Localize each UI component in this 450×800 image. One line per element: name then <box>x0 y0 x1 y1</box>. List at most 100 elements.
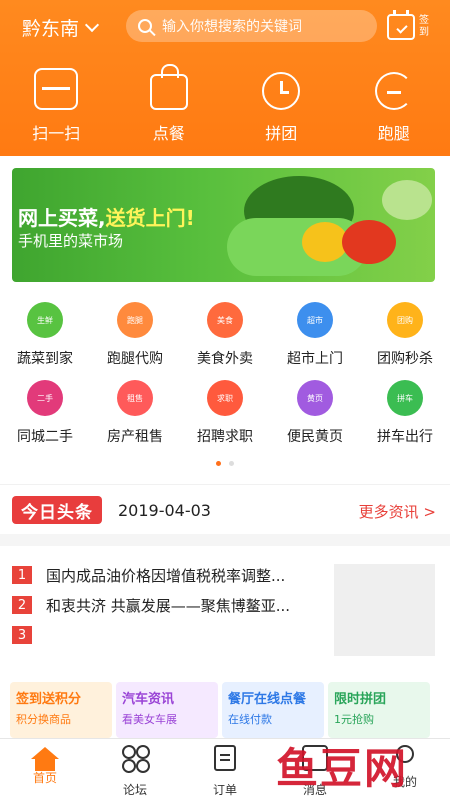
category-carpool[interactable]: 拼车 拼车出行 <box>360 376 450 454</box>
tab-home[interactable]: 首页 <box>0 739 90 800</box>
banner-cabbage <box>382 180 432 220</box>
promo-subtitle: 积分换商品 <box>16 713 71 726</box>
chevron-down-icon <box>84 17 100 32</box>
page-indicator <box>0 461 450 466</box>
category-second-hand[interactable]: 二手 同城二手 <box>0 376 90 454</box>
section-divider <box>0 534 450 546</box>
top-bar: 黔东南 输入你想搜索的关键词 签到 <box>0 0 450 52</box>
group-buy-icon: 团购 <box>387 302 423 338</box>
quick-action-errand[interactable]: 跑腿 <box>338 60 450 150</box>
category-label: 蔬菜到家 <box>17 351 73 367</box>
quick-action-label: 点餐 <box>152 124 185 143</box>
more-news-link[interactable]: 更多资讯 > <box>359 501 436 522</box>
tab-label: 订单 <box>212 783 237 797</box>
category-supermarket[interactable]: 超市 超市上门 <box>270 298 360 376</box>
quick-action-label: 拼团 <box>265 124 298 143</box>
category-label: 招聘求职 <box>197 429 253 445</box>
forum-icon <box>122 745 148 771</box>
category-label: 跑腿代购 <box>107 351 163 367</box>
category-vegetables[interactable]: 生鲜 蔬菜到家 <box>0 298 90 376</box>
category-yellow-pages[interactable]: 黄页 便民黄页 <box>270 376 360 454</box>
page-dot-active <box>216 461 221 466</box>
quick-action-label: 扫一扫 <box>32 124 81 143</box>
promo-title: 餐厅在线点餐 <box>228 692 307 707</box>
search-icon <box>138 19 152 33</box>
tab-label: 首页 <box>32 771 57 785</box>
banner-title: 网上买菜,送货上门! <box>18 202 195 231</box>
food-icon: 美食 <box>207 302 243 338</box>
alarm-clock-icon <box>262 72 301 110</box>
category-grid: 生鲜 蔬菜到家 跑腿 跑腿代购 美食 美食外卖 超市 超市上门 团购 团购秒杀 <box>0 298 450 454</box>
promo-title: 签到送积分 <box>16 692 82 707</box>
quick-action-scan[interactable]: 扫一扫 <box>0 60 113 150</box>
tab-orders[interactable]: 订单 <box>180 739 270 800</box>
news-item[interactable]: 1 国内成品油价格因增值税税率调整... <box>0 560 330 590</box>
city-selector[interactable]: 黔东南 <box>22 14 100 41</box>
order-icon <box>214 745 236 771</box>
category-row: 二手 同城二手 租售 房产租售 求职 招聘求职 黄页 便民黄页 拼车 拼车出行 <box>0 376 450 454</box>
promo-subtitle: 1元抢购 <box>334 713 374 726</box>
category-errand[interactable]: 跑腿 跑腿代购 <box>90 298 180 376</box>
promo-card-points[interactable]: 签到送积分 积分换商品 <box>10 682 112 738</box>
promo-card-group-buy[interactable]: 限时拼团 1元抢购 <box>328 682 430 738</box>
news-list: 1 国内成品油价格因增值税税率调整... 2 和衷共济 共赢发展——聚焦博鳌亚.… <box>0 560 330 650</box>
calendar-check-icon <box>387 10 415 40</box>
promo-card-restaurant[interactable]: 餐厅在线点餐 在线付款 <box>222 682 324 738</box>
tab-label: 论坛 <box>122 783 147 797</box>
phone-icon: 黄页 <box>297 380 333 416</box>
car-icon: 拼车 <box>387 380 423 416</box>
headlines-logo: 今日头条 <box>12 496 102 524</box>
promo-card-auto[interactable]: 汽车资讯 看美女车展 <box>116 682 218 738</box>
headlines-date: 2019-04-03 <box>118 501 211 520</box>
category-label: 便民黄页 <box>287 429 343 445</box>
errand-icon <box>374 72 413 110</box>
category-jobs[interactable]: 求职 招聘求职 <box>180 376 270 454</box>
banner-title-part2: 送货上门! <box>105 206 195 230</box>
category-label: 超市上门 <box>287 351 343 367</box>
scan-icon <box>34 68 79 110</box>
search-input[interactable]: 输入你想搜索的关键词 <box>126 10 377 42</box>
quick-action-order-food[interactable]: 点餐 <box>113 60 226 150</box>
house-icon: 租售 <box>117 380 153 416</box>
headlines-bar: 今日头条 2019-04-03 更多资讯 > <box>0 484 450 534</box>
signin-button[interactable]: 签到 <box>387 10 439 44</box>
news-rank: 2 <box>12 596 32 614</box>
news-title: 和衷共济 共赢发展——聚焦博鳌亚... <box>46 596 291 615</box>
banner-title-part1: 网上买菜, <box>18 206 106 230</box>
shopping-bag-icon <box>149 64 188 110</box>
promo-title: 限时拼团 <box>334 692 387 707</box>
supermarket-icon: 超市 <box>297 302 333 338</box>
category-label: 房产租售 <box>107 429 163 445</box>
errand-badge-icon: 跑腿 <box>117 302 153 338</box>
signin-label: 签到 <box>419 15 429 38</box>
quick-action-label: 跑腿 <box>377 124 410 143</box>
banner-subtitle: 手机里的菜市场 <box>18 232 124 250</box>
city-name: 黔东南 <box>22 18 80 40</box>
watermark-logo: 鱼豆网 <box>276 744 409 793</box>
category-food-delivery[interactable]: 美食 美食外卖 <box>180 298 270 376</box>
quick-actions: 扫一扫 点餐 拼团 跑腿 <box>0 60 450 150</box>
header: 黔东南 输入你想搜索的关键词 签到 扫一扫 点餐 拼团 跑腿 <box>0 0 450 156</box>
category-label: 同城二手 <box>17 429 73 445</box>
news-thumbnail[interactable] <box>334 564 435 656</box>
page-dot <box>229 461 234 466</box>
home-icon <box>31 747 59 771</box>
category-real-estate[interactable]: 租售 房产租售 <box>90 376 180 454</box>
category-group-deals[interactable]: 团购 团购秒杀 <box>360 298 450 376</box>
news-item[interactable]: 2 和衷共济 共赢发展——聚焦博鳌亚... <box>0 590 330 620</box>
news-title: 国内成品油价格因增值税税率调整... <box>46 566 286 585</box>
banner-pepper-red <box>342 220 396 264</box>
promo-banner[interactable]: 网上买菜,送货上门! 手机里的菜市场 <box>12 168 435 282</box>
category-label: 团购秒杀 <box>377 351 433 367</box>
news-rank: 1 <box>12 566 32 584</box>
search-placeholder: 输入你想搜索的关键词 <box>162 19 302 35</box>
app-screen: 黔东南 输入你想搜索的关键词 签到 扫一扫 点餐 拼团 跑腿 网上买菜,送货上门… <box>0 0 450 800</box>
promo-cards: 签到送积分 积分换商品 汽车资讯 看美女车展 餐厅在线点餐 在线付款 限时拼团 … <box>0 682 450 738</box>
quick-action-group-buy[interactable]: 拼团 <box>225 60 338 150</box>
news-rank: 3 <box>12 626 32 644</box>
news-item[interactable]: 3 <box>0 620 330 650</box>
tab-forum[interactable]: 论坛 <box>90 739 180 800</box>
fresh-produce-icon: 生鲜 <box>27 302 63 338</box>
promo-subtitle: 在线付款 <box>228 713 272 726</box>
promo-subtitle: 看美女车展 <box>122 713 177 726</box>
